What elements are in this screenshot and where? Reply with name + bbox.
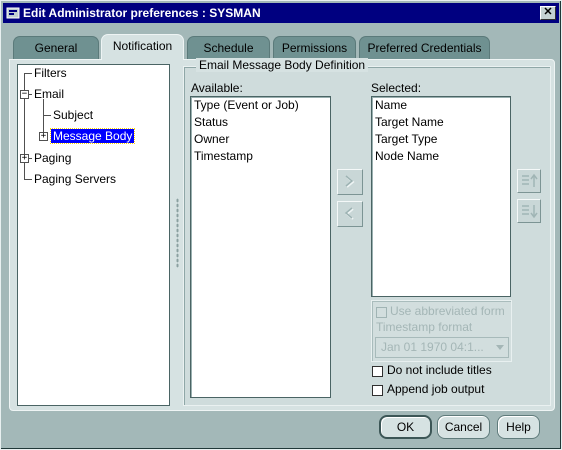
tab-schedule[interactable]: Schedule bbox=[187, 36, 270, 60]
dialog-title: Edit Administrator preferences : SYSMAN bbox=[23, 6, 261, 20]
title-bar[interactable]: Edit Administrator preferences : SYSMAN … bbox=[3, 3, 559, 23]
tree-line bbox=[43, 115, 51, 116]
move-up-button[interactable] bbox=[517, 169, 541, 193]
expand-icon[interactable]: + bbox=[20, 154, 29, 163]
append-job-output-checkbox[interactable] bbox=[372, 385, 383, 396]
tab-label: Preferred Credentials bbox=[367, 41, 482, 55]
do-not-include-titles-label: Do not include titles bbox=[387, 363, 492, 377]
list-item[interactable]: Target Type bbox=[375, 132, 437, 146]
sort-down-icon bbox=[522, 205, 538, 219]
tab-label: Schedule bbox=[203, 41, 254, 55]
close-icon: ✕ bbox=[543, 6, 553, 18]
tree-node-message-body[interactable]: Message Body bbox=[49, 128, 136, 144]
app-icon bbox=[6, 7, 20, 19]
notification-tab-panel: Filters − Email Subject + Message Body +… bbox=[9, 58, 555, 411]
list-item[interactable]: Status bbox=[194, 115, 228, 129]
help-label: Help bbox=[506, 420, 531, 434]
chevron-down-icon bbox=[496, 345, 504, 350]
tree-node-paging-servers[interactable]: Paging Servers bbox=[34, 172, 116, 186]
move-right-button[interactable] bbox=[337, 169, 363, 195]
list-item[interactable]: Name bbox=[375, 98, 407, 112]
tree-node-paging[interactable]: Paging bbox=[34, 151, 71, 165]
group-title: Email Message Body Definition bbox=[196, 58, 369, 72]
timestamp-format-label: Timestamp format bbox=[376, 320, 473, 334]
notification-tree[interactable]: Filters − Email Subject + Message Body +… bbox=[17, 64, 170, 406]
close-button[interactable]: ✕ bbox=[540, 6, 556, 20]
tree-line bbox=[24, 179, 32, 180]
help-button[interactable]: Help bbox=[497, 415, 540, 439]
selected-list[interactable]: Name Target Name Target Type Node Name bbox=[371, 96, 511, 297]
list-item[interactable]: Timestamp bbox=[194, 149, 253, 163]
tab-label: General bbox=[34, 41, 78, 55]
cancel-label: Cancel bbox=[444, 420, 483, 434]
list-item[interactable]: Type (Event or Job) bbox=[194, 98, 299, 112]
email-body-definition-group: Email Message Body Definition Available:… bbox=[183, 58, 551, 406]
move-left-button[interactable] bbox=[337, 201, 363, 227]
tree-node-filters[interactable]: Filters bbox=[34, 66, 67, 80]
move-down-button[interactable] bbox=[517, 199, 541, 223]
tab-notification[interactable]: Notification bbox=[101, 34, 184, 60]
ok-label: OK bbox=[396, 420, 415, 434]
tab-preferred-credentials[interactable]: Preferred Credentials bbox=[359, 36, 490, 60]
available-list[interactable]: Type (Event or Job) Status Owner Timesta… bbox=[190, 96, 331, 398]
cancel-button[interactable]: Cancel bbox=[437, 415, 490, 439]
dialog-window: Edit Administrator preferences : SYSMAN … bbox=[0, 0, 562, 450]
tab-permissions[interactable]: Permissions bbox=[273, 36, 356, 60]
timestamp-format-select[interactable]: Jan 01 1970 04:1... bbox=[375, 337, 509, 358]
arrow-left-icon bbox=[344, 207, 354, 220]
tab-label: Permissions bbox=[281, 41, 348, 55]
do-not-include-titles-checkbox[interactable] bbox=[372, 366, 383, 377]
available-label: Available: bbox=[191, 81, 243, 95]
list-item[interactable]: Node Name bbox=[375, 149, 439, 163]
tab-general[interactable]: General bbox=[13, 36, 99, 60]
tab-label: Notification bbox=[112, 39, 173, 53]
timestamp-format-value: Jan 01 1970 04:1... bbox=[381, 340, 484, 354]
expand-icon[interactable]: + bbox=[39, 132, 48, 141]
sort-up-icon bbox=[522, 173, 538, 187]
use-abbreviated-label: Use abbreviated form bbox=[390, 304, 505, 318]
splitter-handle[interactable] bbox=[176, 198, 179, 268]
collapse-icon[interactable]: − bbox=[20, 90, 29, 99]
tree-node-subject[interactable]: Subject bbox=[53, 108, 93, 122]
ok-button[interactable]: OK bbox=[379, 415, 432, 439]
arrow-right-icon bbox=[345, 175, 355, 188]
tree-node-email[interactable]: Email bbox=[34, 87, 64, 101]
use-abbreviated-checkbox[interactable] bbox=[376, 307, 387, 318]
list-item[interactable]: Target Name bbox=[375, 115, 444, 129]
list-item[interactable]: Owner bbox=[194, 132, 229, 146]
tree-line bbox=[24, 73, 32, 74]
timestamp-options-group: Use abbreviated form Timestamp format Ja… bbox=[371, 300, 512, 362]
selected-label: Selected: bbox=[371, 81, 422, 95]
append-job-output-label: Append job output bbox=[387, 382, 485, 396]
